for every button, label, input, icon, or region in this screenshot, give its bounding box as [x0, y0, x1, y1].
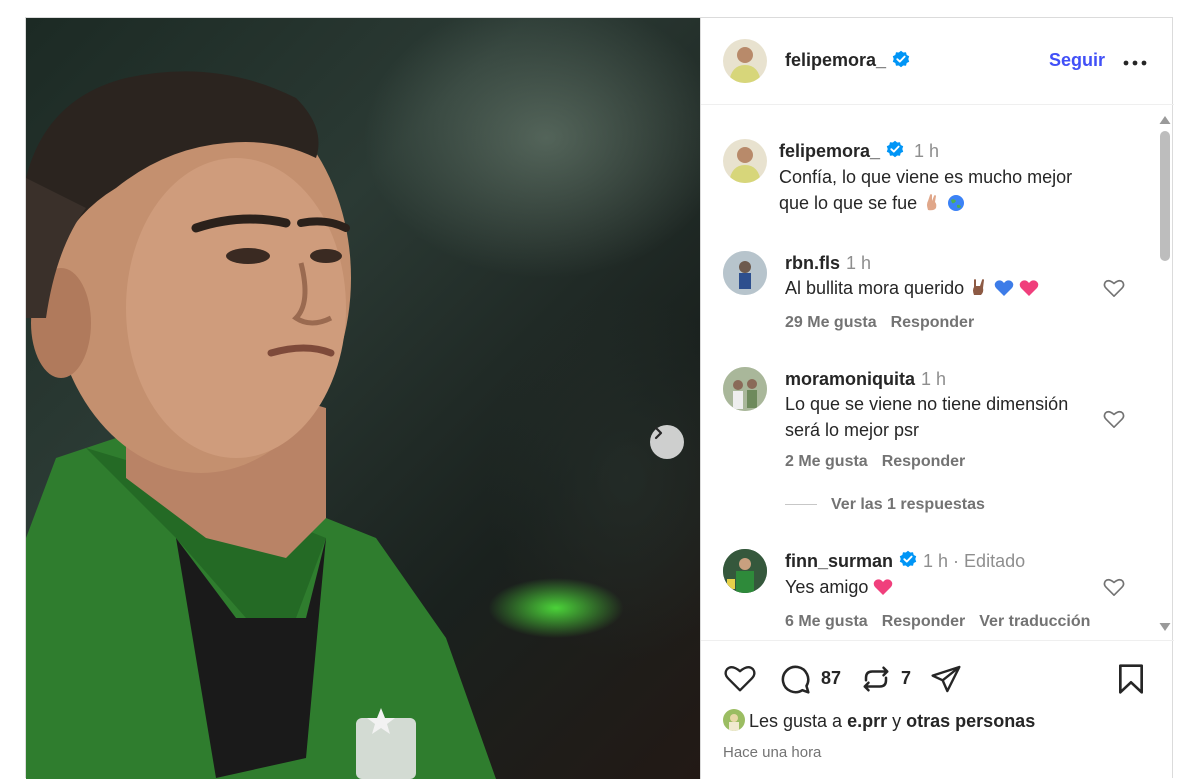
comment-time[interactable]: 1 h · Editado	[923, 551, 1025, 571]
heart-icon	[724, 666, 756, 692]
likes-connector: y	[892, 711, 902, 731]
pink-heart-emoji	[1019, 278, 1039, 304]
comment-likes[interactable]: 2 Me gusta	[785, 453, 868, 470]
reply-button[interactable]: Responder	[891, 314, 975, 331]
scroll-thumb	[1160, 131, 1170, 261]
heart-icon	[1103, 410, 1125, 428]
next-photo-button[interactable]	[650, 425, 684, 459]
scroll-up-arrow	[1159, 116, 1171, 124]
pink-heart-emoji	[873, 577, 893, 603]
heart-icon	[1103, 279, 1125, 297]
globe-emoji	[947, 193, 965, 219]
comment-avatar[interactable]	[723, 367, 767, 411]
more-options-button[interactable]	[1123, 54, 1147, 72]
repost-icon	[863, 666, 889, 692]
scroll-down-arrow	[1159, 623, 1171, 631]
comment-icon	[781, 665, 810, 694]
caption-avatar[interactable]	[723, 139, 767, 183]
comment-text: Yes amigo	[785, 577, 869, 598]
author-row: felipemora_	[785, 50, 910, 73]
comment-item: rbn.fls 1 h Al bullita mora querido 29 Me…	[701, 235, 1156, 345]
comments-list[interactable]: felipemora_ 1 h Confía, lo que viene es m…	[701, 105, 1174, 640]
verified-icon	[886, 140, 904, 164]
repost-count: 7	[901, 668, 912, 688]
comment-text-line1: Lo que se viene no tiene dimensión	[785, 394, 1069, 414]
comment-username[interactable]: finn_surman	[785, 551, 893, 571]
view-replies-button[interactable]: Ver las 1 respuestas	[785, 496, 985, 514]
reply-button[interactable]: Responder	[882, 453, 966, 470]
caption-time[interactable]: 1 h	[914, 141, 939, 161]
comment-item: finn_surman 1 h · Editado Yes amigo 6 Me …	[701, 535, 1156, 640]
more-icon	[1123, 60, 1147, 66]
post-side-panel: felipemora_ Seguir felipemora_ 1 h Confía…	[700, 18, 1174, 779]
comment-likes[interactable]: 29 Me gusta	[785, 314, 877, 331]
blue-heart-emoji	[994, 278, 1014, 304]
crossed-fingers-emoji	[922, 192, 942, 219]
comment-text-line2: será lo mejor psr	[785, 420, 920, 440]
comment-time[interactable]: 1 h	[846, 253, 871, 273]
like-button[interactable]	[723, 663, 757, 698]
heart-icon	[1103, 578, 1125, 596]
rock-hand-emoji	[969, 277, 989, 304]
photo-illustration	[26, 71, 496, 779]
comment-username[interactable]: moramoniquita	[785, 369, 915, 389]
comment-avatar[interactable]	[723, 549, 767, 593]
follow-button[interactable]: Seguir	[1049, 50, 1105, 71]
reply-button[interactable]: Responder	[882, 613, 966, 630]
author-username[interactable]: felipemora_	[785, 50, 886, 70]
comment-item: moramoniquita 1 h Lo que se viene no tien…	[701, 353, 1156, 503]
caption-username[interactable]: felipemora_	[779, 141, 880, 161]
like-comment-button[interactable]	[1103, 577, 1125, 602]
comment-count: 87	[821, 668, 842, 688]
like-comment-button[interactable]	[1103, 409, 1125, 434]
post-actions: 87 7 Les gusta a e.prr y otras personas …	[701, 640, 1174, 780]
comment-button[interactable]	[779, 663, 811, 700]
verified-icon	[892, 50, 910, 73]
view-replies-label: Ver las 1 respuestas	[831, 496, 985, 513]
likes-summary: Les gusta a e.prr y otras personas	[723, 709, 1035, 732]
post-header: felipemora_ Seguir	[701, 18, 1174, 105]
liker-username[interactable]: e.prr	[847, 711, 887, 731]
bookmark-icon	[1119, 664, 1143, 694]
liker-avatar[interactable]	[723, 709, 745, 731]
comment-avatar[interactable]	[723, 251, 767, 295]
likes-others-link[interactable]: otras personas	[906, 711, 1035, 731]
share-button[interactable]	[929, 663, 963, 700]
chevron-right-icon	[654, 426, 663, 440]
caption-text-line2: que lo que se fue	[779, 193, 918, 214]
caption-text-line1: Confía, lo que viene es mucho mejor	[779, 167, 1073, 188]
replies-divider	[785, 504, 817, 506]
repost-button[interactable]	[861, 663, 891, 700]
comment-username[interactable]: rbn.fls	[785, 253, 840, 273]
comment-text: Al bullita mora querido	[785, 278, 965, 298]
likes-prefix: Les gusta a	[749, 711, 843, 731]
verified-icon	[899, 550, 917, 574]
post-timestamp[interactable]: Hace una hora	[723, 744, 821, 761]
comment-time[interactable]: 1 h	[921, 369, 946, 389]
comment-likes[interactable]: 6 Me gusta	[785, 613, 868, 630]
share-icon	[931, 665, 961, 693]
post-container: felipemora_ Seguir felipemora_ 1 h Confía…	[25, 17, 1174, 779]
comments-scrollbar[interactable]	[1156, 105, 1174, 640]
save-button[interactable]	[1117, 663, 1145, 700]
like-comment-button[interactable]	[1103, 278, 1125, 303]
post-photo	[26, 18, 700, 779]
translate-button[interactable]: Ver traducción	[979, 613, 1090, 630]
caption: felipemora_ 1 h Confía, lo que viene es m…	[701, 119, 1156, 213]
author-avatar[interactable]	[723, 39, 767, 83]
